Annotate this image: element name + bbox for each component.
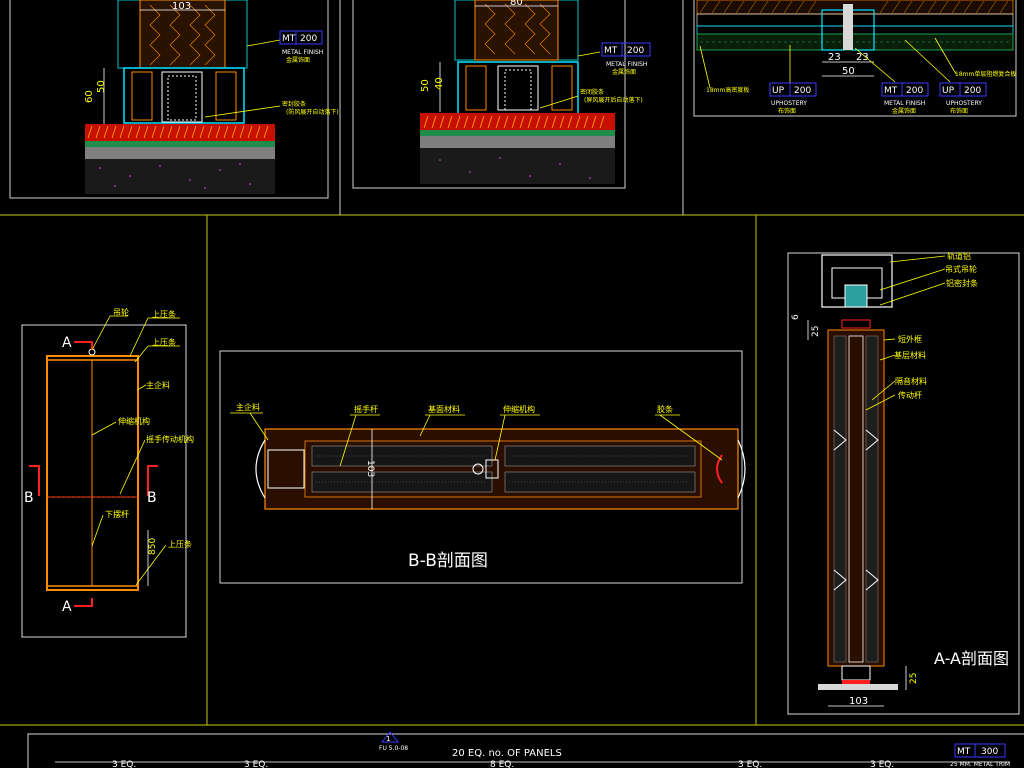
label-handle-drive: 摇手传动机构: [146, 434, 194, 444]
marker-b-left: B: [24, 490, 34, 506]
ref-code: FU 5.0-08: [379, 745, 408, 752]
aa-label-sound: 隔音材料: [895, 376, 927, 386]
label-top-strip2: 上压条: [152, 337, 176, 347]
tm-note: 密闭胶条: [580, 88, 604, 96]
dim-60: 60: [84, 90, 95, 103]
bb-label-main-profile: 主企料: [236, 402, 260, 412]
marker-a-top: A: [62, 335, 72, 351]
aa-label-drive: 传动杆: [898, 390, 922, 400]
dim-40: 40: [434, 77, 445, 90]
tr-up2-code: UP: [942, 86, 955, 96]
eq-label-3: 8 EQ.: [490, 760, 514, 768]
tr-up2-cn: 布饰面: [950, 107, 968, 115]
tl-tag-cn: 金属饰面: [286, 56, 310, 64]
eq-label-1: 3 EQ.: [112, 760, 136, 768]
tm-note-sub: (屏风展开后自动落下): [584, 96, 643, 104]
aa-dim-width: 103: [849, 696, 868, 707]
aa-label-track: 轨道铝: [947, 251, 971, 261]
tr-up1-en: UPHOSTERY: [771, 100, 807, 107]
dim-80: 80: [510, 0, 523, 8]
aa-label-seal: 铝密封条: [946, 278, 978, 288]
eq-label-4: 3 EQ.: [738, 760, 762, 768]
tm-tag-en: METAL FINISH: [606, 61, 647, 68]
bb-title: B-B剖面图: [408, 551, 488, 571]
tr-up1-code: UP: [772, 86, 785, 96]
aa-dim-six: 6: [791, 314, 801, 320]
aa-dim-bottom25: 25: [909, 673, 919, 684]
eq-label-2: 3 EQ.: [244, 760, 268, 768]
tm-tag-num: 200: [627, 46, 644, 56]
dim-103: 103: [172, 1, 191, 12]
dim-103-bb: 103: [365, 460, 375, 477]
top-left-detail: 103 60 50 MT 200 METAL FINISH 金属饰面 密封胶条 …: [84, 0, 339, 194]
label-top-strip1: 上压条: [152, 309, 176, 319]
section-aa: 25 6 25 103 轨道铝 吊式吊轮 铝密封条 短外框 基层材料 隔音材料 …: [787, 251, 1020, 715]
bb-label-rubber: 胶条: [657, 404, 673, 414]
aa-label-wheel: 吊式吊轮: [945, 264, 977, 274]
tl-note-sub: (防风展开自动落下): [286, 108, 339, 116]
ref-top: 1: [386, 735, 390, 743]
label-telescopic: 伸缩机构: [118, 416, 150, 426]
tl-tag-code: MT: [282, 34, 296, 44]
aa-dim-top25: 25: [811, 326, 821, 337]
tr-up2-en: UPHOSTERY: [946, 100, 982, 107]
bottom-tag-note: 25 MM. METAL TRIM: [950, 761, 1010, 768]
tr-mt-code: MT: [884, 86, 898, 96]
panels-label: 20 EQ. no. OF PANELS: [452, 748, 562, 759]
tr-mt-num: 200: [906, 86, 923, 96]
dim-850: 850: [148, 538, 158, 555]
tl-tag-num: 200: [300, 34, 317, 44]
bb-label-handle-rod: 摇手杆: [354, 404, 378, 414]
tr-up1-cn: 布饰面: [778, 107, 796, 115]
dim-50-mid: 50: [420, 79, 431, 92]
tr-mt-cn: 金属饰面: [892, 107, 916, 115]
tr-left-note: 18mm高密度板: [706, 86, 749, 94]
bottom-tag-code: MT: [957, 747, 971, 757]
marker-b-right: B: [147, 490, 157, 506]
tr-up2-num: 200: [964, 86, 981, 96]
label-bottom-bar: 下摆杆: [105, 509, 129, 519]
tm-tag-cn: 金属饰面: [612, 68, 636, 76]
marker-a-bottom: A: [62, 599, 72, 615]
tl-note: 密封胶条: [282, 100, 306, 108]
dim-23b: 23: [856, 52, 869, 63]
dim-50: 50: [96, 80, 107, 93]
bb-label-base: 基面材料: [428, 404, 460, 414]
cad-drawing-canvas: 103 60 50 MT 200 METAL FINISH 金属饰面 密封胶条 …: [0, 0, 1024, 768]
label-hanging-wheel: 吊轮: [113, 307, 129, 317]
tr-mt-en: METAL FINISH: [884, 100, 925, 107]
aa-label-frame: 短外框: [898, 334, 922, 344]
bottom-elevation-strip: 1 FU 5.0-08 20 EQ. no. OF PANELS 3 EQ. 3…: [27, 731, 1024, 768]
label-main-profile: 主企料: [146, 380, 170, 390]
aa-label-base: 基层材料: [894, 350, 926, 360]
label-top-strip3: 上压条: [168, 539, 192, 549]
section-bb: 103 主企料 摇手杆 基面材料 伸缩机构 胶条 B-B剖面图: [219, 350, 746, 584]
bb-label-telescopic: 伸缩机构: [503, 404, 535, 414]
dim-23a: 23: [828, 52, 841, 63]
tr-up1-num: 200: [794, 86, 811, 96]
eq-label-5: 3 EQ.: [870, 760, 894, 768]
top-right-detail: 23 23 50 UP 200 UPHOSTERY 布饰面 MT 200 MET…: [696, 0, 1016, 115]
elevation-view: A A B B 吊轮 上压条 上压条 主企料 伸缩机构 摇手传动机构 下摆杆 上…: [21, 307, 194, 638]
aa-title: A-A剖面图: [934, 649, 1009, 668]
tl-tag-en: METAL FINISH: [282, 49, 323, 56]
tr-right-note: 18mm单层阻燃复合板: [955, 70, 1016, 78]
dim-50-tr: 50: [842, 66, 855, 77]
bottom-tag-num: 300: [981, 747, 998, 757]
tm-tag-code: MT: [604, 46, 618, 56]
top-mid-detail: 80 50 40 MT 200 METAL FINISH 金属饰面 密闭胶条 (…: [420, 0, 651, 184]
